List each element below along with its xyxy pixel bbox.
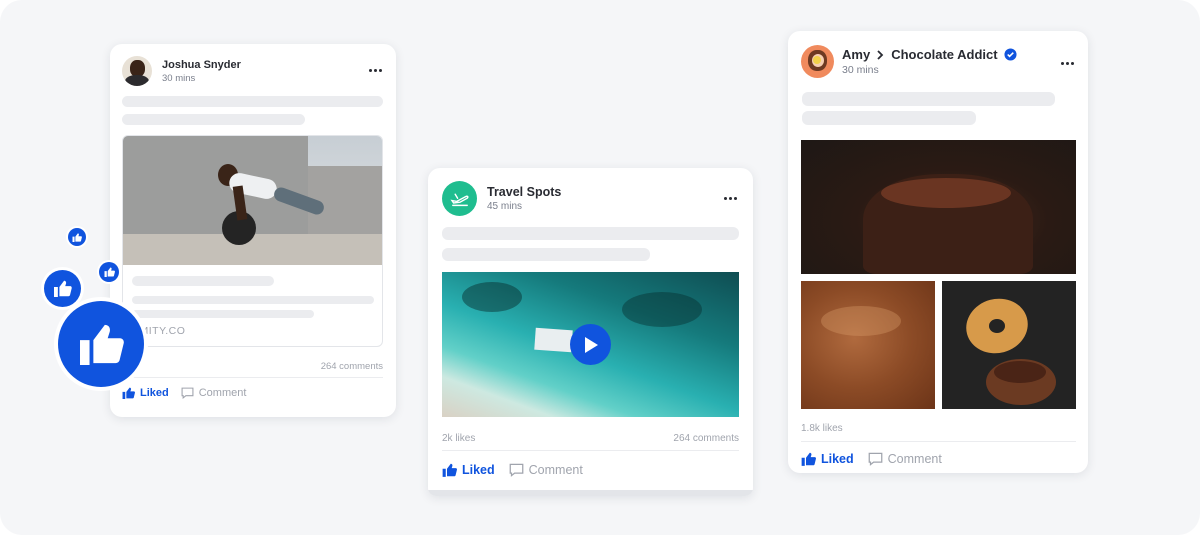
divider [801, 441, 1076, 442]
comments-count[interactable]: 264 comments [321, 361, 383, 372]
fitness-photo [123, 136, 382, 265]
post-time: 30 mins [162, 72, 196, 84]
card-bottom-edge [428, 490, 753, 496]
comment-icon [181, 387, 194, 399]
text-placeholder [802, 92, 1055, 106]
liked-label: Liked [462, 463, 495, 477]
thumbs-up-icon [72, 232, 82, 242]
thumbs-up-icon [801, 452, 816, 466]
comment-label: Comment [887, 452, 942, 466]
text-placeholder [122, 96, 383, 107]
comment-label: Comment [198, 387, 247, 399]
likes-count[interactable]: 2k likes [442, 433, 475, 444]
chocolate-spread-photo[interactable] [801, 281, 935, 409]
thumbs-up-icon [122, 387, 135, 399]
donut-photo[interactable] [942, 281, 1076, 409]
liked-button[interactable]: Liked [122, 387, 169, 399]
more-options-icon[interactable] [724, 197, 737, 200]
post-actions: Liked Comment [801, 452, 942, 466]
play-button[interactable] [570, 324, 611, 365]
post-time: 30 mins [842, 64, 879, 76]
comment-button[interactable]: Comment [181, 387, 247, 399]
text-placeholder [132, 276, 274, 286]
text-placeholder [122, 114, 305, 125]
comment-icon [868, 452, 883, 466]
verified-badge-icon [1004, 48, 1017, 61]
thumbs-up-icon [80, 324, 124, 365]
avatar[interactable] [122, 56, 152, 86]
like-badge-large [58, 301, 144, 387]
text-placeholder [442, 227, 739, 240]
text-placeholder [442, 248, 650, 261]
post-header: Travel Spots 45 mins [442, 181, 561, 216]
thumbs-up-icon [54, 280, 72, 297]
avatar[interactable] [801, 45, 834, 78]
community-name[interactable]: Chocolate Addict [891, 46, 997, 63]
like-badge-small [99, 262, 119, 282]
thumbs-up-icon [442, 463, 457, 477]
play-icon [584, 336, 598, 353]
comment-label: Comment [528, 463, 583, 477]
video-player[interactable] [442, 272, 739, 417]
like-badge-medium [44, 270, 81, 307]
link-preview[interactable]: AMITY.CO [122, 135, 383, 347]
text-placeholder [132, 310, 314, 318]
comment-button[interactable]: Comment [868, 452, 942, 466]
post-time: 45 mins [487, 200, 523, 212]
post-actions: Liked Comment [122, 387, 246, 399]
post-card-joshua: Joshua Snyder 30 mins AMITY.CO likes 264… [110, 44, 396, 417]
post-card-travel-spots: Travel Spots 45 mins 2k likes 264 commen… [428, 168, 753, 496]
travel-spots-avatar[interactable] [442, 181, 477, 216]
more-options-icon[interactable] [369, 69, 382, 72]
author-name[interactable]: Travel Spots [487, 184, 561, 200]
chocolate-cake-photo[interactable] [801, 140, 1076, 274]
like-badge-small [68, 228, 86, 246]
post-stats: 1.8k likes [801, 423, 1076, 434]
text-placeholder [802, 111, 976, 125]
airplane-icon [449, 192, 469, 206]
comment-icon [509, 463, 524, 477]
comment-button[interactable]: Comment [509, 463, 583, 477]
text-placeholder [132, 296, 374, 304]
likes-count[interactable]: 1.8k likes [801, 423, 843, 434]
more-options-icon[interactable] [1061, 62, 1074, 65]
post-header: Amy Chocolate Addict 30 mins [801, 45, 1017, 78]
comments-count[interactable]: 264 comments [673, 433, 739, 444]
divider [442, 450, 739, 451]
liked-button[interactable]: Liked [442, 463, 495, 477]
chevron-right-icon [877, 49, 884, 60]
liked-label: Liked [140, 387, 169, 399]
post-header: Joshua Snyder 30 mins [122, 56, 241, 86]
post-card-chocolate: Amy Chocolate Addict 30 mins 1.8k likes … [788, 31, 1088, 473]
post-actions: Liked Comment [442, 463, 583, 477]
liked-label: Liked [821, 452, 854, 466]
post-stats: likes 264 comments [122, 361, 383, 372]
divider [122, 377, 383, 378]
author-name[interactable]: Amy [842, 46, 870, 63]
author-name[interactable]: Joshua Snyder [162, 58, 241, 72]
liked-button[interactable]: Liked [801, 452, 854, 466]
post-stats: 2k likes 264 comments [442, 433, 739, 444]
thumbs-up-icon [104, 267, 115, 277]
